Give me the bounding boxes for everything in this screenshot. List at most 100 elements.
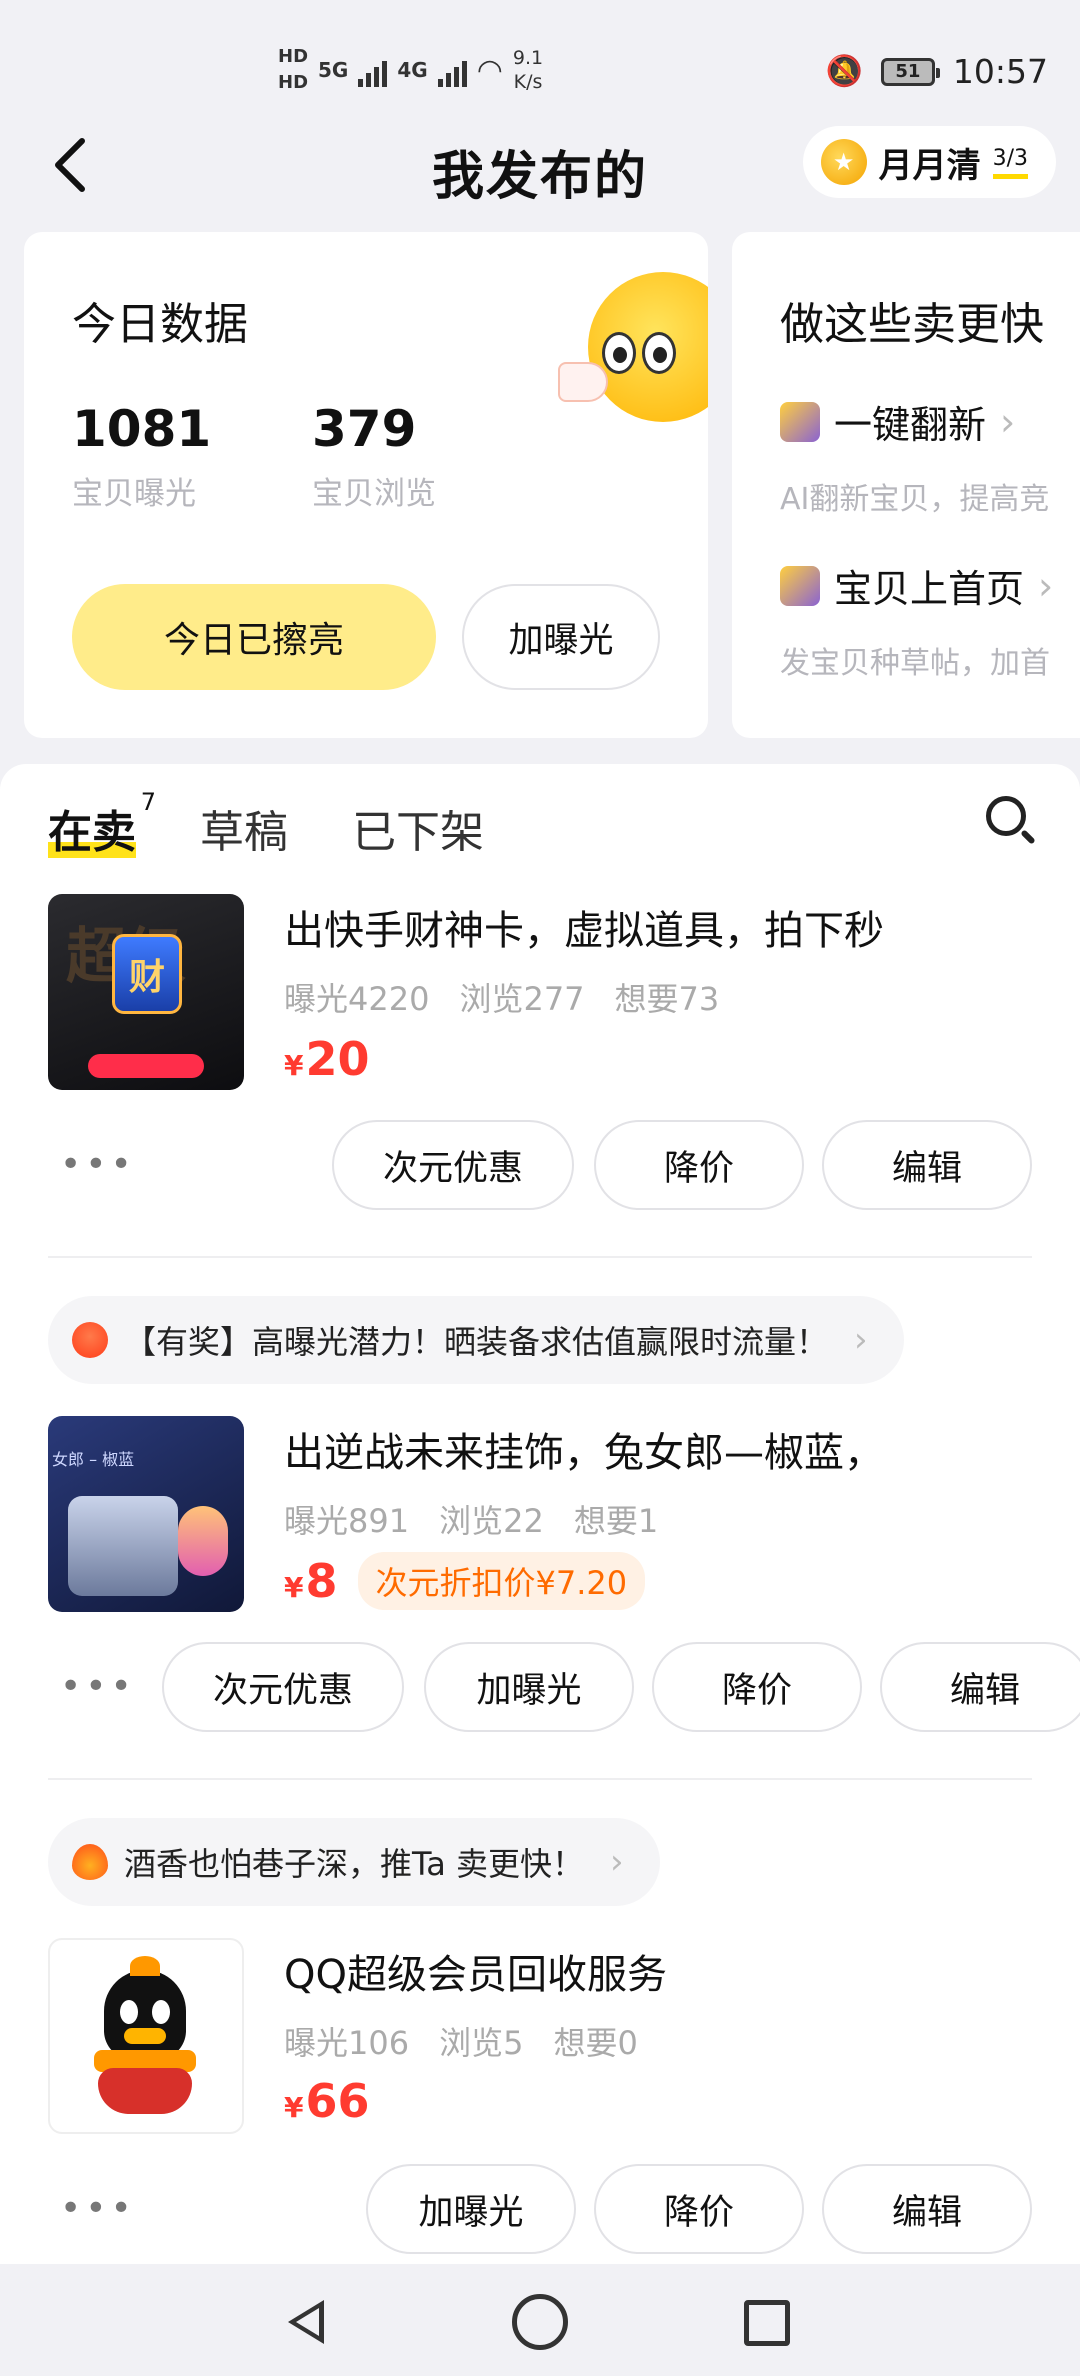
net1-text: 5G [318, 58, 349, 82]
item-wants: 想要1 [573, 1502, 659, 1540]
reduce-price-button[interactable]: 降价 [652, 1642, 862, 1732]
speed-value: 9.1 [512, 47, 544, 69]
refresh-sparkle-icon [780, 401, 820, 442]
more-options-button[interactable]: ••• [60, 1144, 136, 1185]
nav-home-icon[interactable] [512, 2294, 568, 2350]
sell-faster-card: 做这些卖更快 一键翻新 › AI翻新宝贝，提高竞 宝贝上首页 › 发宝贝种草帖，… [732, 232, 1080, 738]
reduce-price-button[interactable]: 降价 [594, 1120, 804, 1210]
battery-level: 51 [895, 61, 921, 82]
item-thumbnail[interactable]: 超级 财 [48, 894, 244, 1090]
net2-text: 4G [397, 58, 428, 82]
item-wants: 想要0 [553, 2024, 638, 2062]
nav-back-icon[interactable] [280, 2294, 336, 2350]
speed-unit: K/s [513, 71, 543, 93]
item-homepage-link[interactable]: 宝贝上首页 › [780, 558, 1053, 613]
clock: 10:57 [952, 52, 1048, 91]
divider [48, 1256, 1032, 1258]
caishen-card-icon: 财 [112, 934, 182, 1014]
listing-panel: 在卖 7 草稿 已下架 超级 财 出快手财神卡，虚拟道具，拍下秒 曝光4220 … [0, 764, 1080, 2264]
status-bar: HD HD 5G 4G ◠ 9.1 K/s 🔕 51 10:57 [0, 0, 1080, 130]
tab-drafts[interactable]: 草稿 [200, 796, 288, 860]
item-views: 浏览5 [439, 2024, 524, 2062]
currency-symbol: ¥ [284, 1571, 304, 1604]
item-price: ¥20 [284, 1032, 370, 1086]
header: 我发布的 ★ 月月清 3/3 [0, 120, 1080, 210]
more-options-button[interactable]: ••• [60, 2188, 136, 2229]
item-price: ¥8 [284, 1554, 338, 1608]
item-price-row: ¥8 次元折扣价¥7.20 [284, 1552, 646, 1610]
battery-icon: 51 [880, 57, 940, 86]
boost-exposure-button[interactable]: 加曝光 [462, 584, 660, 690]
system-nav-bar [0, 2264, 1080, 2376]
exposure-label: 宝贝曝光 [72, 476, 196, 512]
thumb-tag-text: 女郎 – 椒蓝 [52, 1450, 135, 1469]
search-icon [986, 796, 1026, 836]
chevron-right-icon: › [854, 1320, 868, 1360]
reduce-price-button[interactable]: 降价 [594, 2164, 804, 2254]
boost-exposure-button[interactable]: 加曝光 [424, 1642, 634, 1732]
nav-recent-apps-icon[interactable] [744, 2300, 790, 2346]
item-views: 浏览22 [439, 1502, 544, 1540]
item-thumbnail[interactable]: 女郎 – 椒蓝 [48, 1416, 244, 1612]
promo-text: 酒香也怕巷子深，推Ta 卖更快！ [124, 1845, 585, 1883]
monthly-clear-count: 3/3 [992, 146, 1028, 179]
status-right: 🔕 51 10:57 [826, 52, 1048, 91]
hd1-text: HD [278, 46, 309, 67]
tab-on-sale-label: 在卖 [48, 807, 136, 858]
on-sale-count: 7 [140, 788, 156, 816]
item-price: ¥66 [284, 2074, 370, 2128]
chevron-right-icon: › [610, 1842, 624, 1882]
views-stat: 379 宝贝浏览 [312, 400, 436, 513]
search-button[interactable] [980, 792, 1040, 852]
signal-icon [358, 53, 388, 87]
trending-up-icon [780, 565, 820, 606]
item-views: 浏览277 [459, 980, 585, 1018]
monthly-clear-label: 月月清 [878, 145, 981, 186]
item-stats: 曝光891 浏览22 想要1 [284, 1496, 658, 1542]
item-title: 出快手财神卡，虚拟道具，拍下秒 [284, 908, 884, 954]
thumb-badge-text: 财 [128, 957, 165, 998]
one-click-refresh-link[interactable]: 一键翻新 › [780, 394, 1015, 449]
dimension-discount-button[interactable]: 次元优惠 [162, 1642, 404, 1732]
item-stats: 曝光4220 浏览277 想要73 [284, 974, 719, 1020]
item-thumbnail[interactable] [48, 1938, 244, 2134]
exposure-stat: 1081 宝贝曝光 [72, 400, 211, 513]
dimension-discount-button[interactable]: 次元优惠 [332, 1120, 574, 1210]
hd2-text: HD [278, 72, 309, 93]
item-price-row: ¥66 [284, 2074, 370, 2128]
promo-banner[interactable]: 【有奖】高曝光潜力！晒装备求估值赢限时流量！ › [48, 1296, 904, 1384]
more-options-button[interactable]: ••• [60, 1666, 136, 1707]
item-title: QQ超级会员回收服务 [284, 1952, 667, 1998]
polished-today-button[interactable]: 今日已擦亮 [72, 584, 436, 690]
currency-symbol: ¥ [284, 1049, 304, 1082]
views-value: 379 [312, 400, 417, 458]
promo-banner[interactable]: 酒香也怕巷子深，推Ta 卖更快！ › [48, 1818, 660, 1906]
tab-off-shelf[interactable]: 已下架 [352, 796, 484, 860]
one-click-refresh-label: 一键翻新 [834, 403, 987, 447]
boost-exposure-button[interactable]: 加曝光 [366, 2164, 576, 2254]
today-data-title: 今日数据 [72, 299, 248, 350]
one-click-refresh-desc: AI翻新宝贝，提高竞 [780, 482, 1050, 517]
edit-button[interactable]: 编辑 [822, 2164, 1032, 2254]
signal-icon-2 [437, 53, 467, 87]
status-left: HD HD 5G 4G ◠ 9.1 K/s [278, 44, 543, 96]
item-stats: 曝光106 浏览5 想要0 [284, 2018, 638, 2064]
today-data-card: 今日数据 1081 宝贝曝光 379 宝贝浏览 今日已擦亮 加曝光 [24, 232, 708, 738]
hd-indicators: HD HD [278, 44, 308, 96]
money-bag-icon: ★ [820, 139, 867, 185]
qq-penguin-icon [90, 1956, 200, 2120]
promo-text: 【有奖】高曝光潜力！晒装备求估值赢限时流量！ [124, 1323, 829, 1361]
edit-button[interactable]: 编辑 [880, 1642, 1080, 1732]
item-price-row: ¥20 [284, 1032, 370, 1086]
discount-price-badge: 次元折扣价¥7.20 [357, 1552, 646, 1610]
item-exposure: 曝光4220 [284, 980, 430, 1018]
monthly-clear-button[interactable]: ★ 月月清 3/3 [802, 126, 1056, 198]
mute-bell-icon: 🔕 [825, 54, 863, 89]
chevron-right-icon: › [1000, 399, 1016, 444]
tab-on-sale[interactable]: 在卖 7 [48, 788, 156, 860]
item-exposure: 曝光106 [284, 2024, 410, 2062]
item-homepage-desc: 发宝贝种草帖，加首 [780, 646, 1050, 681]
edit-button[interactable]: 编辑 [822, 1120, 1032, 1210]
chevron-right-icon: › [1038, 563, 1054, 608]
currency-symbol: ¥ [284, 2091, 304, 2124]
